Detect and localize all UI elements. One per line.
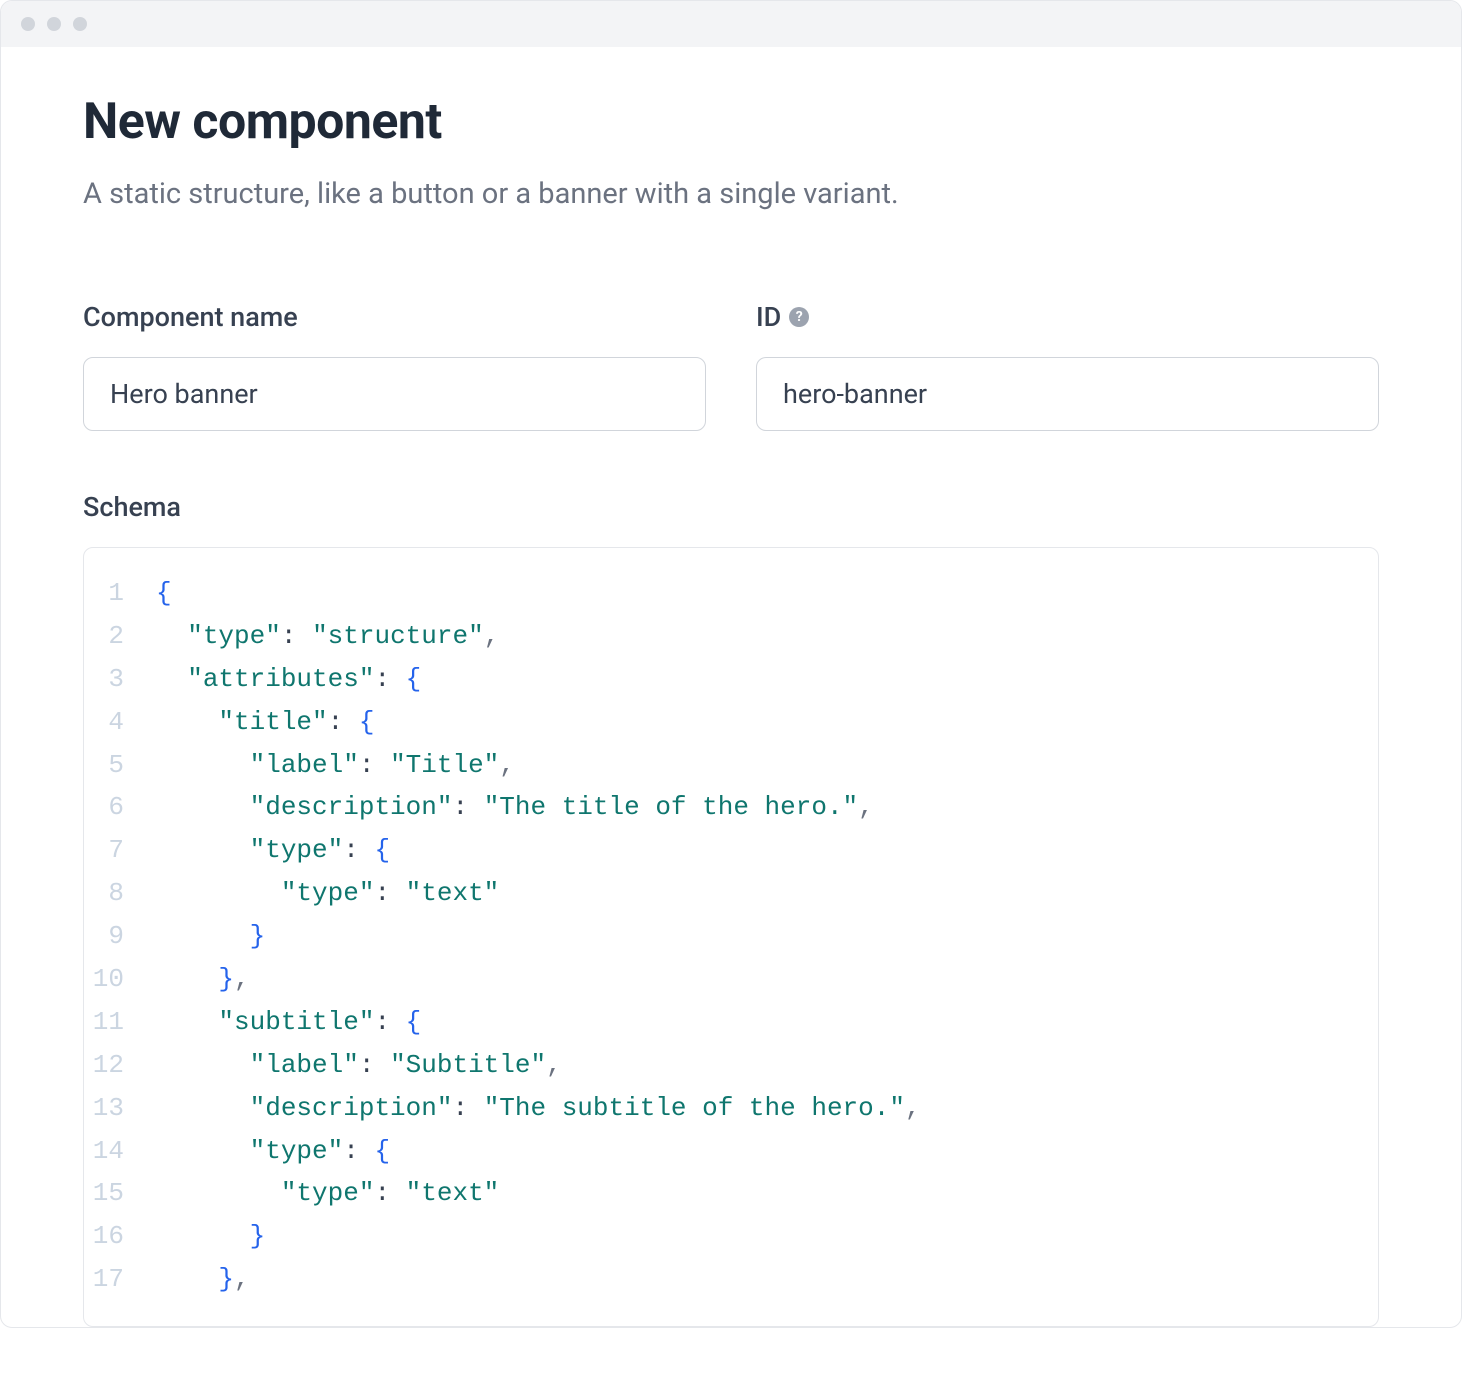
- code-content[interactable]: }: [156, 1215, 265, 1258]
- code-content[interactable]: "label": "Subtitle",: [156, 1044, 562, 1087]
- code-line[interactable]: 11 "subtitle": {: [84, 1001, 1378, 1044]
- line-number: 2: [84, 615, 156, 658]
- page-subtitle: A static structure, like a button or a b…: [83, 177, 1379, 211]
- form-row: Component name ID ?: [83, 301, 1379, 431]
- close-icon[interactable]: [21, 17, 35, 31]
- code-line[interactable]: 13 "description": "The subtitle of the h…: [84, 1087, 1378, 1130]
- code-line[interactable]: 12 "label": "Subtitle",: [84, 1044, 1378, 1087]
- schema-editor[interactable]: 1{2 "type": "structure",3 "attributes": …: [83, 547, 1379, 1327]
- line-number: 5: [84, 744, 156, 787]
- line-number: 10: [84, 958, 156, 1001]
- code-line[interactable]: 9 }: [84, 915, 1378, 958]
- code-line[interactable]: 16 }: [84, 1215, 1378, 1258]
- code-line[interactable]: 3 "attributes": {: [84, 658, 1378, 701]
- maximize-icon[interactable]: [73, 17, 87, 31]
- line-number: 6: [84, 786, 156, 829]
- line-number: 15: [84, 1172, 156, 1215]
- code-content[interactable]: "type": "text": [156, 1172, 499, 1215]
- line-number: 12: [84, 1044, 156, 1087]
- component-name-group: Component name: [83, 301, 706, 431]
- code-content[interactable]: "label": "Title",: [156, 744, 515, 787]
- line-number: 3: [84, 658, 156, 701]
- code-content[interactable]: {: [156, 572, 172, 615]
- line-number: 16: [84, 1215, 156, 1258]
- code-content[interactable]: "description": "The subtitle of the hero…: [156, 1087, 921, 1130]
- line-number: 14: [84, 1130, 156, 1173]
- component-name-label: Component name: [83, 301, 298, 333]
- line-number: 9: [84, 915, 156, 958]
- code-line[interactable]: 10 },: [84, 958, 1378, 1001]
- page-content: New component A static structure, like a…: [1, 47, 1461, 1327]
- code-content[interactable]: "type": "structure",: [156, 615, 499, 658]
- help-icon[interactable]: ?: [789, 307, 809, 327]
- code-line[interactable]: 1{: [84, 572, 1378, 615]
- code-content[interactable]: "type": {: [156, 1130, 390, 1173]
- code-content[interactable]: "description": "The title of the hero.",: [156, 786, 874, 829]
- code-content[interactable]: "title": {: [156, 701, 374, 744]
- code-content[interactable]: }: [156, 915, 265, 958]
- code-content[interactable]: "type": {: [156, 829, 390, 872]
- code-line[interactable]: 7 "type": {: [84, 829, 1378, 872]
- code-line[interactable]: 2 "type": "structure",: [84, 615, 1378, 658]
- page-title: New component: [83, 93, 1379, 151]
- code-line[interactable]: 6 "description": "The title of the hero.…: [84, 786, 1378, 829]
- line-number: 13: [84, 1087, 156, 1130]
- minimize-icon[interactable]: [47, 17, 61, 31]
- component-name-input[interactable]: [83, 357, 706, 431]
- code-content[interactable]: },: [156, 1258, 250, 1301]
- code-line[interactable]: 15 "type": "text": [84, 1172, 1378, 1215]
- line-number: 4: [84, 701, 156, 744]
- code-line[interactable]: 4 "title": {: [84, 701, 1378, 744]
- schema-label: Schema: [83, 491, 1379, 523]
- code-content[interactable]: },: [156, 958, 250, 1001]
- line-number: 7: [84, 829, 156, 872]
- code-line[interactable]: 8 "type": "text": [84, 872, 1378, 915]
- code-line[interactable]: 17 },: [84, 1258, 1378, 1301]
- window-titlebar: [1, 1, 1461, 47]
- component-id-group: ID ?: [756, 301, 1379, 431]
- line-number: 11: [84, 1001, 156, 1044]
- app-window: New component A static structure, like a…: [0, 0, 1462, 1328]
- code-content[interactable]: "type": "text": [156, 872, 499, 915]
- line-number: 17: [84, 1258, 156, 1301]
- code-content[interactable]: "subtitle": {: [156, 1001, 421, 1044]
- line-number: 1: [84, 572, 156, 615]
- code-line[interactable]: 14 "type": {: [84, 1130, 1378, 1173]
- component-id-label: ID: [756, 301, 781, 333]
- code-line[interactable]: 5 "label": "Title",: [84, 744, 1378, 787]
- code-content[interactable]: "attributes": {: [156, 658, 421, 701]
- component-id-input[interactable]: [756, 357, 1379, 431]
- line-number: 8: [84, 872, 156, 915]
